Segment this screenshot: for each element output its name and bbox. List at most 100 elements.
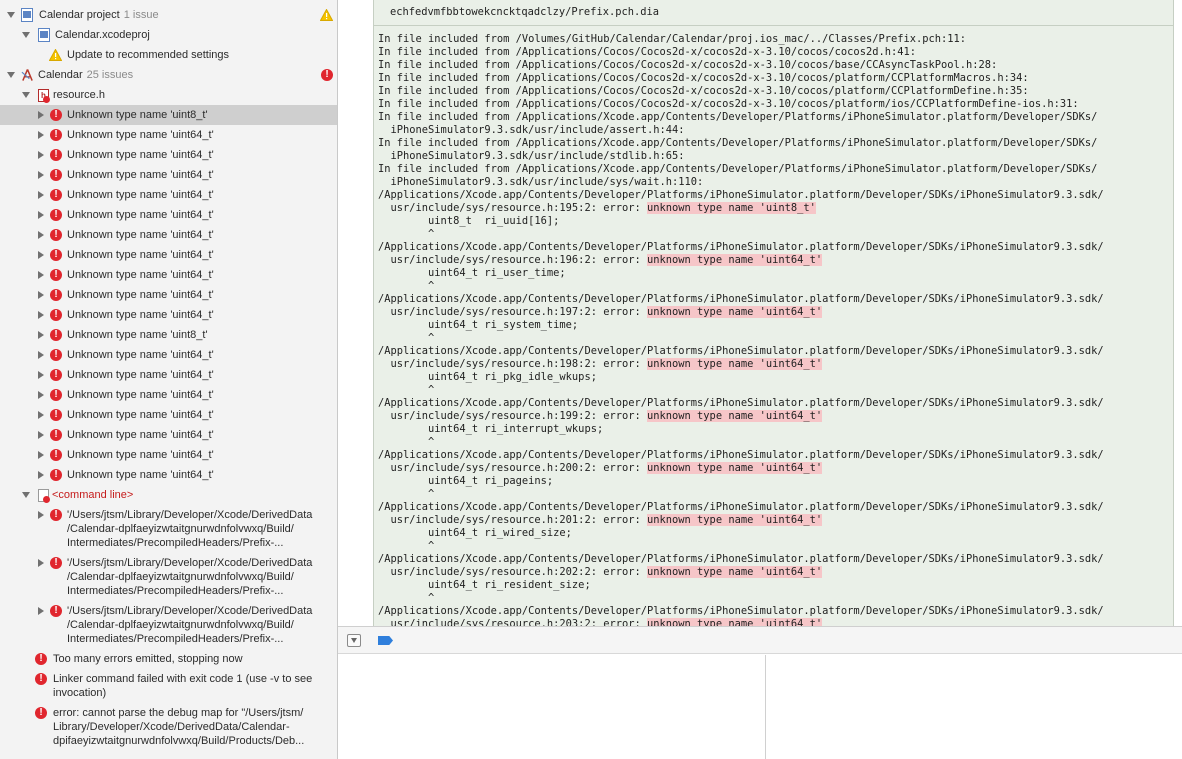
project-row[interactable]: Calendar project 1 issue xyxy=(0,5,337,25)
issue-row[interactable]: ! Unknown type name 'uint64_t' xyxy=(0,185,337,205)
settings-warning-row[interactable]: Update to recommended settings xyxy=(0,45,337,65)
issue-row[interactable]: ! Unknown type name 'uint64_t' xyxy=(0,125,337,145)
chevron-right-icon[interactable] xyxy=(38,411,44,419)
issue-disclosure[interactable] xyxy=(38,471,48,479)
issue-disclosure[interactable] xyxy=(38,371,48,379)
chevron-down-icon[interactable] xyxy=(22,92,30,98)
issue-disclosure[interactable] xyxy=(38,431,48,439)
chevron-down-icon[interactable] xyxy=(7,72,15,78)
chevron-right-icon[interactable] xyxy=(38,331,44,339)
issue-row[interactable]: ! Unknown type name 'uint64_t' xyxy=(0,205,337,225)
build-error-row[interactable]: ! Too many errors emitted, stopping now xyxy=(0,652,337,666)
issue-disclosure[interactable] xyxy=(38,391,48,399)
chevron-down-icon[interactable] xyxy=(22,32,30,38)
chevron-right-icon[interactable] xyxy=(38,251,44,259)
issue-disclosure[interactable] xyxy=(38,559,48,567)
issue-row[interactable]: ! Unknown type name 'uint64_t' xyxy=(0,345,337,365)
issue-row[interactable]: ! Unknown type name 'uint64_t' xyxy=(0,285,337,305)
log-line-text: ^ xyxy=(378,332,435,344)
chevron-right-icon[interactable] xyxy=(38,311,44,319)
target-disclosure[interactable] xyxy=(7,72,17,78)
header-file-icon: h xyxy=(38,88,50,103)
log-line: uint8_t ri_uuid[16]; xyxy=(378,215,1168,228)
file-disclosure[interactable] xyxy=(22,92,32,98)
chevron-right-icon[interactable] xyxy=(38,231,44,239)
chevron-right-icon[interactable] xyxy=(38,171,44,179)
build-log-report: echfedvmfbbtowekcncktqadclzy/Prefix.pch.… xyxy=(373,0,1174,626)
command-line-row[interactable]: <command line> xyxy=(0,485,337,505)
file-row-resource-h[interactable]: h resource.h xyxy=(0,85,337,105)
project-disclosure[interactable] xyxy=(7,12,17,18)
issue-disclosure[interactable] xyxy=(38,607,48,615)
target-row[interactable]: Calendar 25 issues ! xyxy=(0,65,337,85)
command-issue-row[interactable]: ! '/Users/jtsm/Library/Developer/Xcode/De… xyxy=(0,508,337,550)
command-issue-row[interactable]: ! '/Users/jtsm/Library/Developer/Xcode/De… xyxy=(0,556,337,598)
console-view[interactable] xyxy=(767,655,1182,759)
issue-disclosure[interactable] xyxy=(38,271,48,279)
xcodeproj-row[interactable]: Calendar.xcodeproj xyxy=(0,25,337,45)
issue-disclosure[interactable] xyxy=(38,291,48,299)
issue-row[interactable]: ! Unknown type name 'uint64_t' xyxy=(0,445,337,465)
log-line: /Applications/Xcode.app/Contents/Develop… xyxy=(378,501,1168,514)
issue-row[interactable]: ! Unknown type name 'uint64_t' xyxy=(0,305,337,325)
command-issue-row[interactable]: ! '/Users/jtsm/Library/Developer/Xcode/De… xyxy=(0,604,337,646)
chevron-down-icon[interactable] xyxy=(22,492,30,498)
hide-debug-area-icon[interactable] xyxy=(347,634,361,647)
issue-row[interactable]: ! Unknown type name 'uint8_t' xyxy=(0,325,337,345)
issue-row[interactable]: ! Unknown type name 'uint64_t' xyxy=(0,165,337,185)
chevron-right-icon[interactable] xyxy=(38,391,44,399)
issue-row[interactable]: ! Unknown type name 'uint64_t' xyxy=(0,425,337,445)
issue-row[interactable]: ! Unknown type name 'uint64_t' xyxy=(0,465,337,485)
issue-row[interactable]: ! Unknown type name 'uint64_t' xyxy=(0,245,337,265)
chevron-right-icon[interactable] xyxy=(38,211,44,219)
chevron-right-icon[interactable] xyxy=(38,111,44,119)
issue-row[interactable]: ! Unknown type name 'uint64_t' xyxy=(0,265,337,285)
issue-row[interactable]: ! Unknown type name 'uint64_t' xyxy=(0,145,337,165)
build-error-row[interactable]: ! error: cannot parse the debug map for "… xyxy=(0,706,337,748)
command-line-disclosure[interactable] xyxy=(22,492,32,498)
issue-disclosure[interactable] xyxy=(38,171,48,179)
chevron-right-icon[interactable] xyxy=(38,151,44,159)
chevron-right-icon[interactable] xyxy=(38,291,44,299)
variables-view[interactable] xyxy=(338,655,766,759)
issue-row[interactable]: ! Unknown type name 'uint64_t' xyxy=(0,225,337,245)
issue-disclosure[interactable] xyxy=(38,231,48,239)
issue-row[interactable]: ! Unknown type name 'uint64_t' xyxy=(0,385,337,405)
issue-disclosure[interactable] xyxy=(38,411,48,419)
chevron-right-icon[interactable] xyxy=(38,191,44,199)
chevron-right-icon[interactable] xyxy=(38,131,44,139)
chevron-down-icon[interactable] xyxy=(7,12,15,18)
build-error-row[interactable]: ! Linker command failed with exit code 1 … xyxy=(0,672,337,700)
issue-disclosure[interactable] xyxy=(38,151,48,159)
chevron-right-icon[interactable] xyxy=(38,607,44,615)
error-icon: ! xyxy=(50,289,62,301)
error-icon: ! xyxy=(50,449,62,461)
chevron-right-icon[interactable] xyxy=(38,559,44,567)
error-icon: ! xyxy=(50,129,62,141)
xcodeproj-disclosure[interactable] xyxy=(22,32,32,38)
issue-disclosure[interactable] xyxy=(38,211,48,219)
chevron-right-icon[interactable] xyxy=(38,271,44,279)
log-line: ^ xyxy=(378,228,1168,241)
issue-row[interactable]: ! Unknown type name 'uint64_t' xyxy=(0,365,337,385)
issue-row[interactable]: ! Unknown type name 'uint8_t' xyxy=(0,105,337,125)
chevron-right-icon[interactable] xyxy=(38,431,44,439)
issue-disclosure[interactable] xyxy=(38,351,48,359)
log-line: uint64_t ri_interrupt_wkups; xyxy=(378,423,1168,436)
chevron-right-icon[interactable] xyxy=(38,511,44,519)
chevron-right-icon[interactable] xyxy=(38,351,44,359)
issue-disclosure[interactable] xyxy=(38,511,48,519)
chevron-right-icon[interactable] xyxy=(38,471,44,479)
issue-disclosure[interactable] xyxy=(38,451,48,459)
issue-disclosure[interactable] xyxy=(38,331,48,339)
issue-disclosure[interactable] xyxy=(38,131,48,139)
breakpoint-icon[interactable] xyxy=(378,636,393,645)
issue-disclosure[interactable] xyxy=(38,251,48,259)
issue-row[interactable]: ! Unknown type name 'uint64_t' xyxy=(0,405,337,425)
issue-disclosure[interactable] xyxy=(38,191,48,199)
log-error-highlight: unknown type name 'uint64_t' xyxy=(647,462,823,474)
chevron-right-icon[interactable] xyxy=(38,371,44,379)
issue-disclosure[interactable] xyxy=(38,111,48,119)
chevron-right-icon[interactable] xyxy=(38,451,44,459)
issue-disclosure[interactable] xyxy=(38,311,48,319)
